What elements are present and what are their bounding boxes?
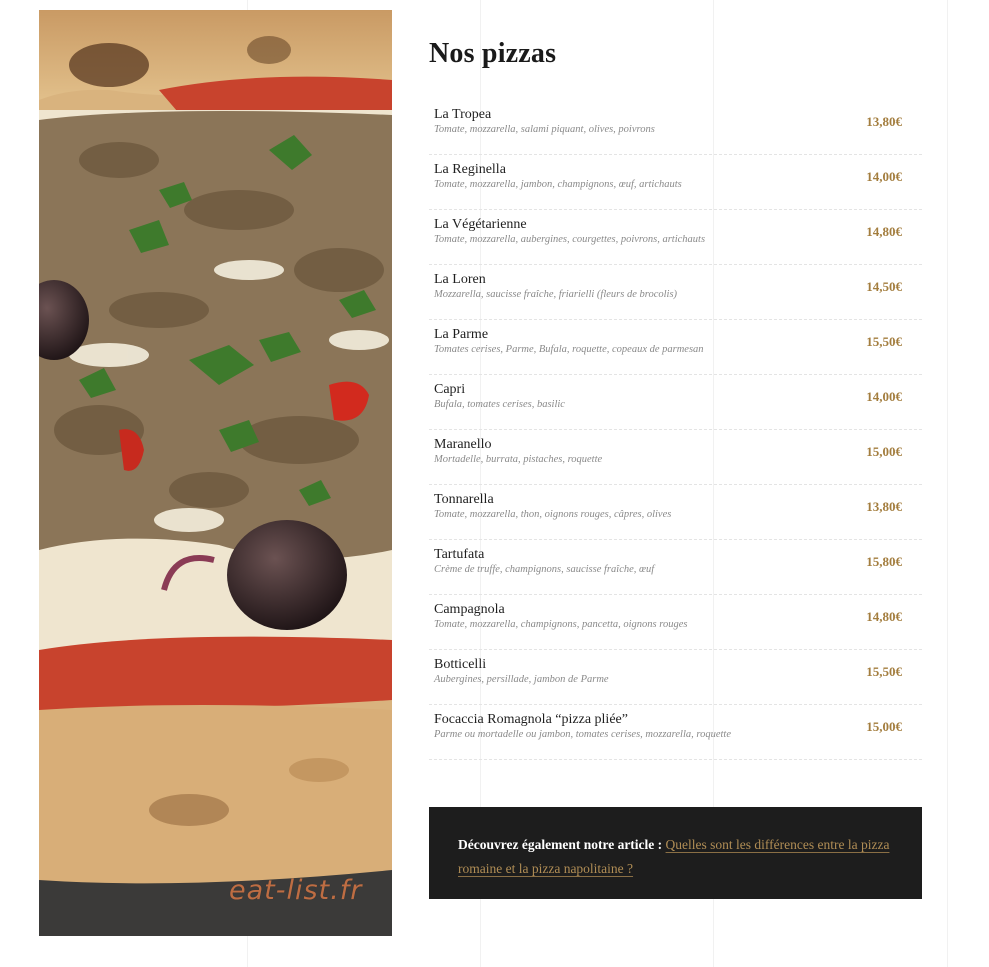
item-name: Focaccia Romagnola “pizza pliée”	[434, 712, 628, 727]
item-name: La Loren	[434, 272, 486, 287]
menu-title: Nos pizzas	[429, 38, 557, 69]
menu-item: Tonnarella Tomate, mozzarella, thon, oig…	[429, 485, 922, 540]
item-description: Parme ou mortadelle ou jambon, tomates c…	[434, 729, 731, 740]
item-name: Botticelli	[434, 657, 487, 672]
item-name: Maranello	[434, 437, 492, 452]
item-price: 15,80€	[866, 554, 902, 569]
item-price: 14,80€	[866, 224, 902, 239]
item-price: 13,80€	[866, 499, 902, 514]
item-name: La Parme	[434, 327, 489, 342]
item-description: Tomate, mozzarella, aubergines, courgett…	[434, 234, 706, 245]
item-price: 14,00€	[866, 389, 902, 404]
pizza-photo: eat-list.fr	[39, 10, 392, 936]
menu-item: Campagnola Tomate, mozzarella, champigno…	[429, 595, 922, 650]
menu-item: Tartufata Crème de truffe, champignons, …	[429, 540, 922, 595]
item-description: Bufala, tomates cerises, basilic	[434, 399, 565, 410]
item-price: 14,80€	[866, 609, 902, 624]
menu-item: La Tropea Tomate, mozzarella, salami piq…	[429, 100, 922, 155]
item-name: La Reginella	[434, 162, 506, 177]
menu-item: La Loren Mozzarella, saucisse fraîche, f…	[429, 265, 922, 320]
watermark-text: eat-list.fr	[229, 875, 363, 906]
item-price: 14,00€	[866, 169, 902, 184]
item-name: Campagnola	[434, 602, 505, 617]
item-name: Tartufata	[434, 547, 485, 562]
menu-item: Maranello Mortadelle, burrata, pistaches…	[429, 430, 922, 485]
item-price: 15,50€	[866, 334, 902, 349]
menu-item: Focaccia Romagnola “pizza pliée” Parme o…	[429, 705, 922, 760]
item-description: Tomate, mozzarella, thon, oignons rouges…	[434, 509, 672, 520]
item-name: Capri	[434, 382, 466, 397]
item-description: Aubergines, persillade, jambon de Parme	[434, 674, 609, 685]
item-description: Tomates cerises, Parme, Bufala, roquette…	[434, 344, 704, 355]
item-description: Mozzarella, saucisse fraîche, friarielli…	[434, 289, 678, 300]
menu-item: La Parme Tomates cerises, Parme, Bufala,…	[429, 320, 922, 375]
menu-item: La Végétarienne Tomate, mozzarella, aube…	[429, 210, 922, 265]
item-price: 15,50€	[866, 664, 902, 679]
menu-item: La Reginella Tomate, mozzarella, jambon,…	[429, 155, 922, 210]
item-name: Tonnarella	[434, 492, 494, 507]
item-price: 15,00€	[866, 444, 902, 459]
item-description: Mortadelle, burrata, pistaches, roquette	[434, 454, 603, 465]
item-description: Tomate, mozzarella, champignons, pancett…	[434, 619, 688, 630]
article-callout: Découvrez également notre article : Quel…	[429, 807, 922, 899]
article-lead: Découvrez également notre article :	[458, 837, 663, 852]
item-description: Tomate, mozzarella, salami piquant, oliv…	[434, 124, 655, 135]
item-price: 13,80€	[866, 114, 902, 129]
item-description: Crème de truffe, champignons, saucisse f…	[434, 564, 655, 575]
pizza-menu: Nos pizzas La Tropea Tomate, mozzarella,…	[429, 38, 922, 760]
item-name: La Végétarienne	[434, 217, 527, 232]
item-price: 15,00€	[866, 719, 902, 734]
item-name: La Tropea	[434, 107, 492, 122]
item-price: 14,50€	[866, 279, 902, 294]
item-description: Tomate, mozzarella, jambon, champignons,…	[434, 179, 682, 190]
menu-item: Botticelli Aubergines, persillade, jambo…	[429, 650, 922, 705]
menu-item: Capri Bufala, tomates cerises, basilic 1…	[429, 375, 922, 430]
